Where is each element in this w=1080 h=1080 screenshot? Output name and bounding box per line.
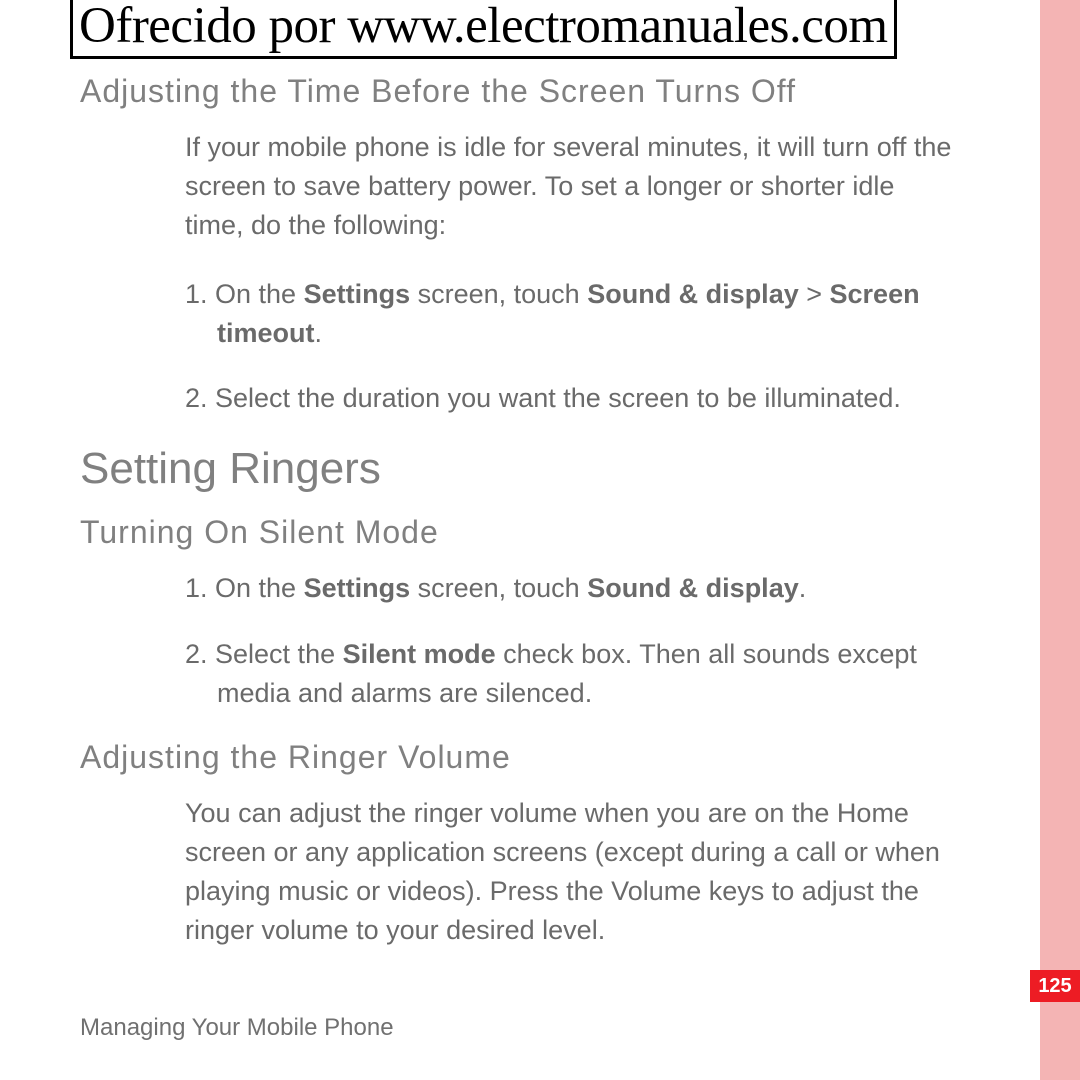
bold-sound-display: Sound & display — [587, 279, 799, 309]
bold-sound-display: Sound & display — [587, 573, 799, 603]
section-heading-silent-mode: Turning On Silent Mode — [80, 514, 955, 551]
step-2-silent-mode: 2. Select the Silent mode check box. The… — [185, 635, 955, 713]
section-heading-screen-timeout: Adjusting the Time Before the Screen Tur… — [80, 73, 955, 110]
step-text: 1. On the — [185, 573, 304, 603]
side-accent-bar — [1040, 0, 1080, 1080]
step-text: . — [799, 573, 807, 603]
footer-text: Managing Your Mobile Phone — [80, 1014, 394, 1042]
step-text: . — [315, 318, 323, 348]
header-box: Ofrecido por www.electromanuales.com — [70, 0, 897, 59]
step-1-screen-timeout: 1. On the Settings screen, touch Sound &… — [185, 275, 955, 353]
ringer-volume-paragraph: You can adjust the ringer volume when yo… — [185, 794, 955, 951]
page-content: Ofrecido por www.electromanuales.com Adj… — [0, 0, 1025, 950]
step-text: 2. Select the — [185, 639, 343, 669]
step-2-screen-timeout: 2. Select the duration you want the scre… — [185, 379, 955, 418]
step-text: 1. On the — [185, 279, 304, 309]
header-text: Ofrecido por www.electromanuales.com — [79, 0, 888, 54]
bold-settings: Settings — [304, 279, 411, 309]
step-text: > — [799, 279, 830, 309]
step-text: screen, touch — [410, 573, 587, 603]
main-heading-setting-ringers: Setting Ringers — [80, 444, 955, 494]
page-number: 125 — [1038, 975, 1071, 998]
intro-paragraph: If your mobile phone is idle for several… — [185, 128, 955, 245]
bold-settings: Settings — [304, 573, 411, 603]
page-number-badge: 125 — [1030, 970, 1080, 1002]
section-heading-ringer-volume: Adjusting the Ringer Volume — [80, 739, 955, 776]
step-text: screen, touch — [410, 279, 587, 309]
bold-silent-mode: Silent mode — [343, 639, 496, 669]
step-1-silent-mode: 1. On the Settings screen, touch Sound &… — [185, 569, 955, 608]
